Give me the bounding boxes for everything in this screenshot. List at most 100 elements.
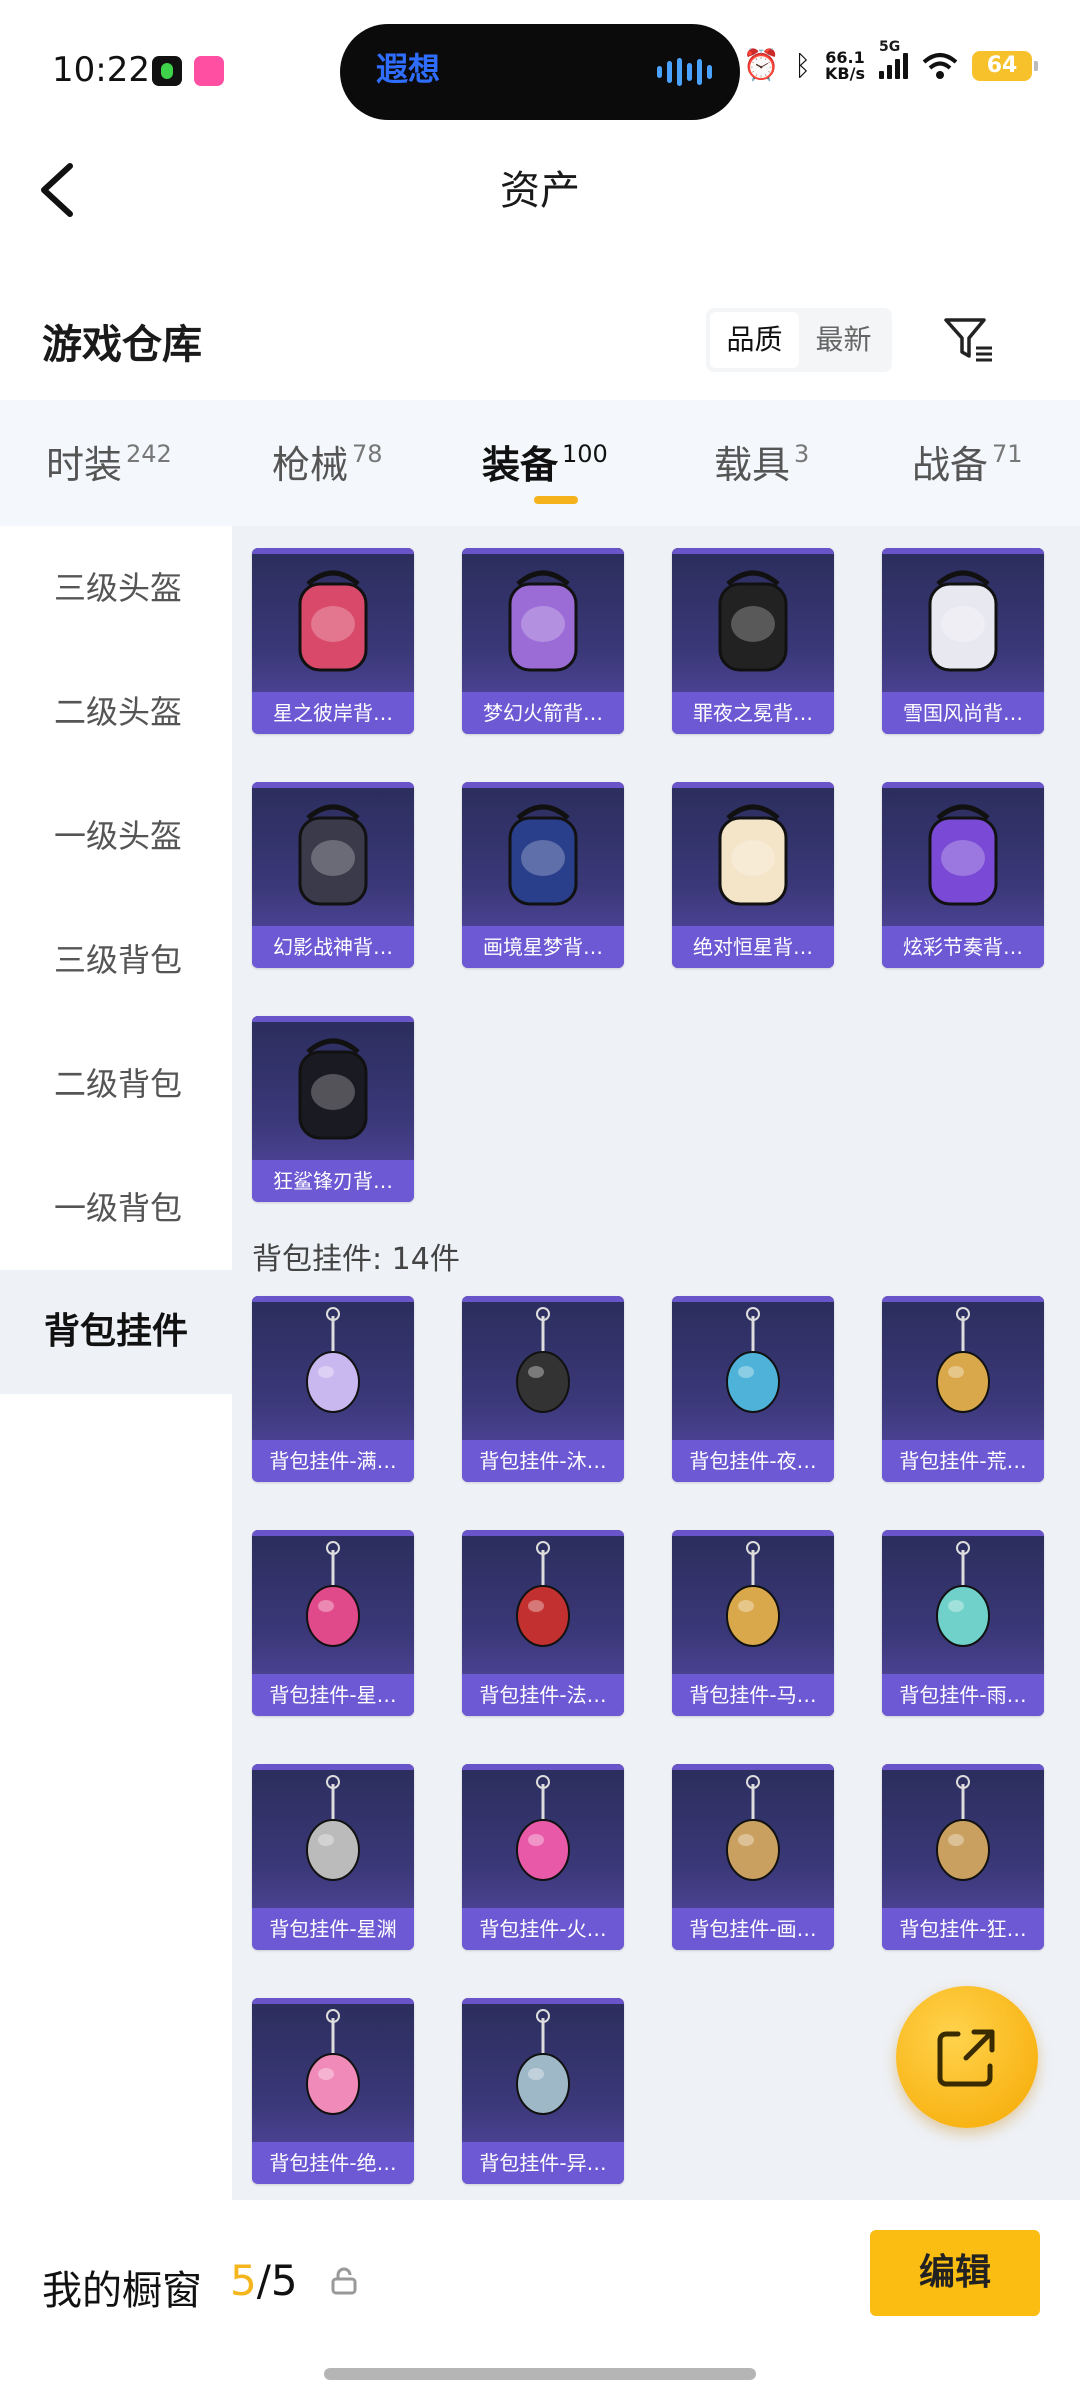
- item-grid: 星之彼岸背… 梦幻火箭背… 罪夜之冕背… 雪国风尚背… 幻影战神背… 画境星梦背… 绝对恒星…: [232, 526, 1080, 2200]
- wand-charm-icon: [882, 1536, 1044, 1674]
- backpack-item-card[interactable]: 梦幻火箭背…: [462, 548, 624, 734]
- sidebar-item-level1-helmet[interactable]: 一级头盔: [0, 774, 232, 898]
- charm-item-name: 背包挂件-法…: [462, 1674, 624, 1716]
- rocket-backpack-icon: [462, 554, 624, 692]
- notification-app-icon: [152, 56, 182, 86]
- bluetooth-icon: ᛒ: [794, 49, 812, 82]
- charm-item-name: 背包挂件-荒…: [882, 1440, 1044, 1482]
- audio-wave-icon: [657, 58, 712, 86]
- backpack-item-card[interactable]: 狂鲨锋刃背…: [252, 1016, 414, 1202]
- backpack-item-card[interactable]: 罪夜之冕背…: [672, 548, 834, 734]
- pink-speaker-charm-icon: [252, 2004, 414, 2142]
- sort-by-newest[interactable]: 最新: [799, 312, 888, 368]
- backpack-item-card[interactable]: 星之彼岸背…: [252, 548, 414, 734]
- tab-combat-gear[interactable]: 战备 71: [912, 434, 1023, 489]
- tab-equipment[interactable]: 装备 100: [482, 434, 608, 489]
- backpack-item-name: 炫彩节奏背…: [882, 926, 1044, 968]
- backpack-item-name: 星之彼岸背…: [252, 692, 414, 734]
- charm-item-card[interactable]: 背包挂件-荒…: [882, 1296, 1044, 1482]
- backpack-item-name: 狂鲨锋刃背…: [252, 1160, 414, 1202]
- charm-item-card[interactable]: 背包挂件-沐…: [462, 1296, 624, 1482]
- charm-item-card[interactable]: 背包挂件-雨…: [882, 1530, 1044, 1716]
- sidebar-item-backpack-charms[interactable]: 背包挂件: [0, 1270, 232, 1394]
- sidebar-item-level2-helmet[interactable]: 二级头盔: [0, 650, 232, 774]
- graffiti-backpack-icon: [882, 788, 1044, 926]
- backpack-item-card[interactable]: 幻影战神背…: [252, 782, 414, 968]
- backpack-item-name: 画境星梦背…: [462, 926, 624, 968]
- wifi-icon: [922, 52, 958, 79]
- charms-count-label: 背包挂件: 14件: [252, 1242, 460, 1277]
- island-app-logo: 遐想: [376, 50, 441, 88]
- octopus-charm-icon: [882, 1302, 1044, 1440]
- sort-by-quality[interactable]: 品质: [710, 312, 799, 368]
- backpack-item-card[interactable]: 绝对恒星背…: [672, 782, 834, 968]
- section-title: 游戏仓库: [42, 322, 202, 368]
- backpack-item-card[interactable]: 画境星梦背…: [462, 782, 624, 968]
- charm-item-card[interactable]: 背包挂件-法…: [462, 1530, 624, 1716]
- backpack-item-card[interactable]: 雪国风尚背…: [882, 548, 1044, 734]
- charm-item-name: 背包挂件-沐…: [462, 1440, 624, 1482]
- backpack-item-name: 幻影战神背…: [252, 926, 414, 968]
- backpack-item-name: 雪国风尚背…: [882, 692, 1044, 734]
- sort-toggle: 品质 最新: [706, 308, 892, 372]
- charm-item-card[interactable]: 背包挂件-满…: [252, 1296, 414, 1482]
- rocking-horse-charm-icon: [672, 1536, 834, 1674]
- charm-item-card[interactable]: 背包挂件-星…: [252, 1530, 414, 1716]
- sidebar-item-level3-backpack[interactable]: 三级背包: [0, 898, 232, 1022]
- sidebar-item-level2-backpack[interactable]: 二级背包: [0, 1022, 232, 1146]
- charm-item-card[interactable]: 背包挂件-画…: [672, 1764, 834, 1950]
- backpack-item-card[interactable]: 炫彩节奏背…: [882, 782, 1044, 968]
- charm-item-name: 背包挂件-异…: [462, 2142, 624, 2184]
- sidebar-item-level1-backpack[interactable]: 一级背包: [0, 1146, 232, 1270]
- tab-fashion[interactable]: 时装 242: [46, 434, 172, 489]
- charm-item-name: 背包挂件-星渊: [252, 1908, 414, 1950]
- dark-crown-backpack-icon: [672, 554, 834, 692]
- charm-item-card[interactable]: 背包挂件-星渊: [252, 1764, 414, 1950]
- book-backpack-icon: [462, 788, 624, 926]
- signal-icon: 5G: [879, 39, 908, 79]
- charm-item-name: 背包挂件-星…: [252, 1674, 414, 1716]
- charm-item-card[interactable]: 背包挂件-马…: [672, 1530, 834, 1716]
- backpack-item-name: 绝对恒星背…: [672, 926, 834, 968]
- filter-icon: [944, 318, 992, 362]
- charm-item-name: 背包挂件-雨…: [882, 1674, 1044, 1716]
- pink-rocket-charm-icon: [462, 1770, 624, 1908]
- share-button[interactable]: [896, 1986, 1038, 2128]
- charm-item-name: 背包挂件-夜…: [672, 1440, 834, 1482]
- edit-button[interactable]: 编辑: [870, 2230, 1040, 2316]
- charm-item-card[interactable]: 背包挂件-火…: [462, 1764, 624, 1950]
- warehouse-header: 游戏仓库 品质 最新: [0, 290, 1080, 400]
- charm-item-name: 背包挂件-画…: [672, 1908, 834, 1950]
- home-indicator[interactable]: [324, 2368, 756, 2380]
- space-helmet-backpack-icon: [252, 554, 414, 692]
- charm-item-name: 背包挂件-火…: [462, 1908, 624, 1950]
- subcategory-sidebar: 三级头盔 二级头盔 一级头盔 三级背包 二级背包 一级背包 背包挂件: [0, 526, 232, 2200]
- page-title: 资产: [500, 168, 580, 214]
- battery-icon: 64: [972, 50, 1038, 81]
- active-tab-indicator: [534, 496, 578, 504]
- charm-item-card[interactable]: 背包挂件-异…: [462, 1998, 624, 2184]
- dogtag-charm-icon: [462, 2004, 624, 2142]
- charm-item-card[interactable]: 背包挂件-绝…: [252, 1998, 414, 2184]
- charm-item-card[interactable]: 背包挂件-狂…: [882, 1764, 1044, 1950]
- cat-charm-icon: [462, 1302, 624, 1440]
- share-icon: [937, 2029, 995, 2087]
- showcase-bar: 我的橱窗 5/5 编辑: [0, 2200, 1080, 2400]
- charm-item-card[interactable]: 背包挂件-夜…: [672, 1296, 834, 1482]
- ferrari-keychain-icon: [462, 1536, 624, 1674]
- snow-bunny-backpack-icon: [882, 554, 1044, 692]
- shark-backpack-icon: [252, 1022, 414, 1160]
- sidebar-item-level3-helmet[interactable]: 三级头盔: [0, 526, 232, 650]
- tab-vehicles[interactable]: 载具 3: [714, 434, 809, 489]
- network-speed: 66.1 KB/s: [825, 47, 865, 83]
- filter-button[interactable]: [940, 312, 996, 368]
- charm-item-name: 背包挂件-绝…: [252, 2142, 414, 2184]
- backpack-item-name: 罪夜之冕背…: [672, 692, 834, 734]
- tab-firearms[interactable]: 枪械 78: [272, 434, 383, 489]
- dynamic-island[interactable]: 遐想: [340, 24, 740, 120]
- scroll-charm-icon: [672, 1770, 834, 1908]
- category-tabs: 时装 242 枪械 78 装备 100 载具 3 战备 71: [0, 400, 1080, 526]
- chain-charm-icon: [252, 1770, 414, 1908]
- page-header: 资产: [0, 140, 1080, 240]
- charm-item-name: 背包挂件-满…: [252, 1440, 414, 1482]
